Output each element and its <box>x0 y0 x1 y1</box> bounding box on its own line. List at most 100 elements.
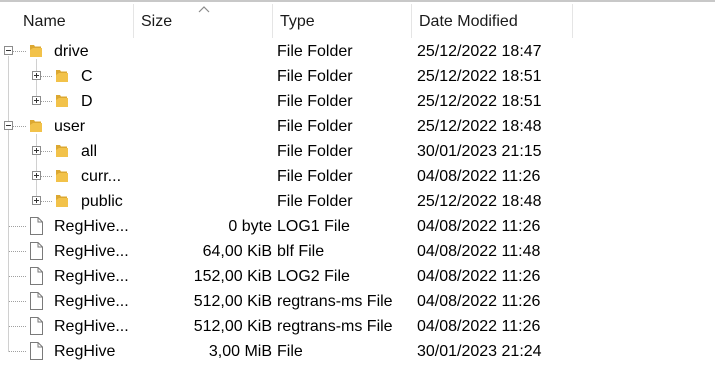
name-cell: C <box>0 64 133 89</box>
folder-icon <box>56 70 68 82</box>
date-modified-cell: 25/12/2022 18:51 <box>417 68 542 85</box>
date-modified-cell: 04/08/2022 11:26 <box>417 168 541 185</box>
folder-icon <box>30 45 42 57</box>
type-cell: regtrans-ms File <box>277 318 393 335</box>
type-cell: File Folder <box>277 193 353 210</box>
name-cell: drive <box>0 39 133 64</box>
item-name: RegHive... <box>54 243 129 260</box>
item-name: RegHive... <box>54 218 129 235</box>
file-icon <box>30 342 43 360</box>
date-modified-cell: 25/12/2022 18:48 <box>417 118 542 135</box>
size-cell <box>136 89 272 114</box>
folder-row[interactable]: C File Folder 25/12/2022 18:51 <box>0 64 715 89</box>
size-cell <box>136 64 272 89</box>
item-name: curr... <box>81 168 122 185</box>
name-cell: RegHive... <box>0 264 133 289</box>
folder-icon <box>30 120 42 132</box>
item-name: drive <box>54 43 89 60</box>
type-cell: File Folder <box>277 143 353 160</box>
folder-icon <box>56 195 68 207</box>
date-modified-cell: 04/08/2022 11:48 <box>417 243 541 260</box>
item-name: user <box>54 118 86 135</box>
file-row[interactable]: RegHive... 0 byte LOG1 File 04/08/2022 11:2… <box>0 214 715 239</box>
date-modified-cell: 04/08/2022 11:26 <box>417 268 541 285</box>
date-modified-cell: 30/01/2023 21:15 <box>417 143 542 160</box>
item-name: public <box>81 193 123 210</box>
type-cell: File Folder <box>277 68 353 85</box>
file-row[interactable]: RegHive 3,00 MiB File 30/01/2023 21:24 <box>0 339 715 364</box>
item-name: RegHive... <box>54 293 129 310</box>
name-cell: RegHive... <box>0 314 133 339</box>
column-header-row: Name Size Type Date Modified <box>0 2 715 38</box>
name-cell: all <box>0 139 133 164</box>
item-name: RegHive <box>54 343 116 360</box>
folder-row[interactable]: all File Folder 30/01/2023 21:15 <box>0 139 715 164</box>
column-header-date-modified[interactable]: Date Modified <box>412 2 572 36</box>
expand-icon[interactable] <box>32 96 41 105</box>
item-name: RegHive... <box>54 318 129 335</box>
date-modified-cell: 25/12/2022 18:51 <box>417 93 542 110</box>
item-name: D <box>81 93 93 110</box>
collapse-icon[interactable] <box>4 46 13 55</box>
column-divider[interactable] <box>572 4 573 38</box>
folder-row[interactable]: curr... File Folder 04/08/2022 11:26 <box>0 164 715 189</box>
size-cell: 64,00 KiB <box>202 243 272 260</box>
folder-row[interactable]: user File Folder 25/12/2022 18:48 <box>0 114 715 139</box>
folder-icon <box>56 145 68 157</box>
date-modified-cell: 25/12/2022 18:47 <box>417 43 542 60</box>
file-tree-list: drive File Folder 25/12/2022 18:47 C File Fo… <box>0 39 715 364</box>
size-cell: 3,00 MiB <box>208 343 272 360</box>
size-cell <box>136 164 272 189</box>
folder-row[interactable]: D File Folder 25/12/2022 18:51 <box>0 89 715 114</box>
file-row[interactable]: RegHive... 64,00 KiB blf File 04/08/2022 11… <box>0 239 715 264</box>
expand-icon[interactable] <box>32 71 41 80</box>
item-name: all <box>81 143 98 160</box>
file-row[interactable]: RegHive... 152,00 KiB LOG2 File 04/08/2022 … <box>0 264 715 289</box>
type-cell: LOG1 File <box>277 218 350 235</box>
name-cell: RegHive... <box>0 239 133 264</box>
date-modified-cell: 04/08/2022 11:26 <box>417 318 541 335</box>
folder-icon <box>56 170 68 182</box>
size-cell: 512,00 KiB <box>193 293 272 310</box>
sort-ascending-icon <box>198 6 210 13</box>
expand-icon[interactable] <box>32 196 41 205</box>
folder-row[interactable]: public File Folder 25/12/2022 18:48 <box>0 189 715 214</box>
name-cell: D <box>0 89 133 114</box>
name-cell: public <box>0 189 133 214</box>
file-icon <box>30 242 43 260</box>
size-cell <box>136 114 272 139</box>
date-modified-cell: 04/08/2022 11:26 <box>417 218 541 235</box>
name-cell: RegHive <box>0 339 133 364</box>
type-cell: File Folder <box>277 118 353 135</box>
date-modified-cell: 25/12/2022 18:48 <box>417 193 542 210</box>
type-cell: File Folder <box>277 168 353 185</box>
type-cell: LOG2 File <box>277 268 350 285</box>
file-row[interactable]: RegHive... 512,00 KiB regtrans-ms File 04/0… <box>0 289 715 314</box>
name-cell: user <box>0 114 133 139</box>
date-modified-cell: 04/08/2022 11:26 <box>417 293 541 310</box>
column-header-type[interactable]: Type <box>273 2 411 36</box>
size-cell <box>136 39 272 64</box>
name-cell: RegHive... <box>0 214 133 239</box>
name-cell: curr... <box>0 164 133 189</box>
expand-icon[interactable] <box>32 146 41 155</box>
type-cell: regtrans-ms File <box>277 293 393 310</box>
expand-icon[interactable] <box>32 171 41 180</box>
type-cell: File Folder <box>277 43 353 60</box>
date-modified-cell: 30/01/2023 21:24 <box>417 343 542 360</box>
column-header-name[interactable]: Name <box>16 2 132 36</box>
name-cell: RegHive... <box>0 289 133 314</box>
folder-row[interactable]: drive File Folder 25/12/2022 18:47 <box>0 39 715 64</box>
collapse-icon[interactable] <box>4 121 13 130</box>
file-icon <box>30 267 43 285</box>
file-icon <box>30 317 43 335</box>
size-cell: 152,00 KiB <box>193 268 272 285</box>
file-icon <box>30 217 43 235</box>
file-icon <box>30 292 43 310</box>
size-cell: 0 byte <box>228 218 272 235</box>
folder-icon <box>56 95 68 107</box>
size-cell: 512,00 KiB <box>193 318 272 335</box>
file-row[interactable]: RegHive... 512,00 KiB regtrans-ms File 04/0… <box>0 314 715 339</box>
size-cell <box>136 139 272 164</box>
item-name: C <box>81 68 93 85</box>
